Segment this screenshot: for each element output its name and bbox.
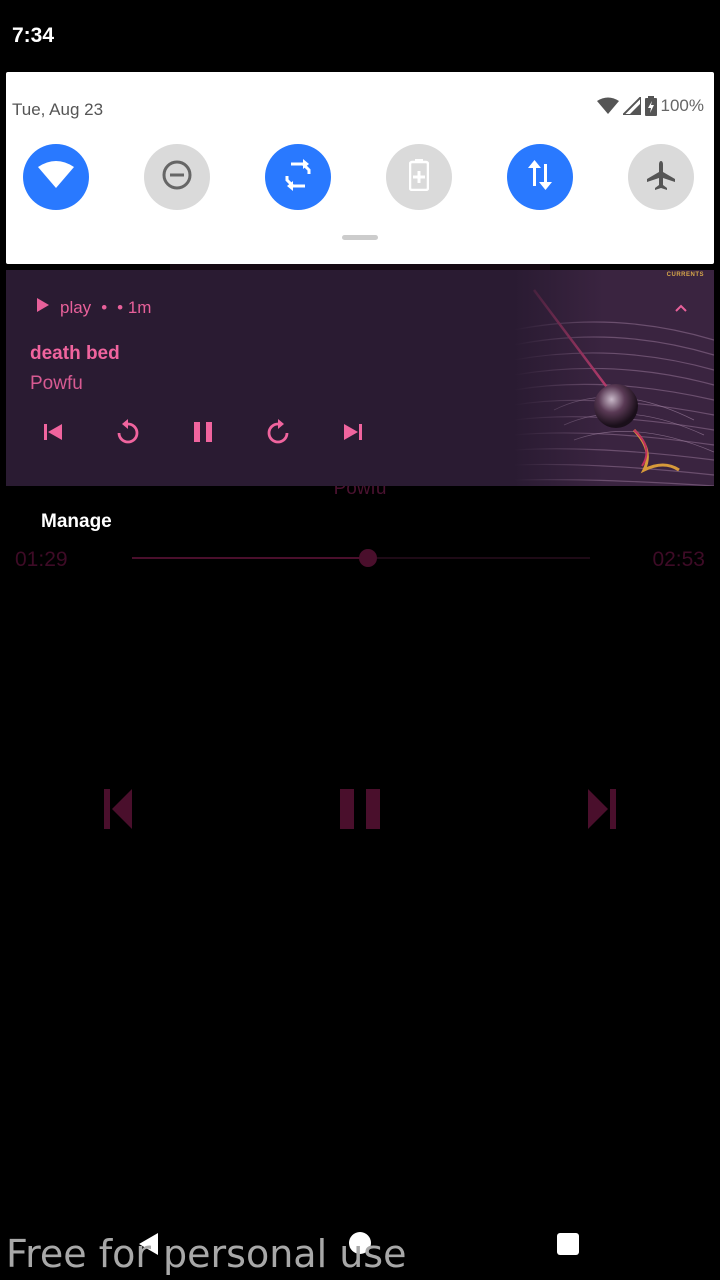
bg-pause-icon[interactable] xyxy=(340,785,380,833)
media-app-name: play xyxy=(60,297,92,317)
battery-saver-tile[interactable] xyxy=(386,144,452,210)
seek-bar-fill xyxy=(132,557,368,559)
recents-icon[interactable] xyxy=(557,1233,579,1255)
battery-saver-icon xyxy=(408,158,430,196)
replay-icon[interactable] xyxy=(111,415,145,449)
airplane-icon xyxy=(645,159,677,196)
forward-icon[interactable] xyxy=(261,415,295,449)
media-title: death bed xyxy=(30,343,120,364)
qs-tiles xyxy=(23,144,697,210)
header-separator: • xyxy=(101,297,108,317)
battery-percent: 100% xyxy=(660,96,704,115)
qs-date[interactable]: Tue, Aug 23 xyxy=(12,100,103,120)
chevron-up-icon[interactable] xyxy=(674,300,688,318)
seek-thumb[interactable] xyxy=(358,549,377,567)
elapsed-time: 01:29 xyxy=(15,548,68,571)
status-time: 7:34 xyxy=(12,24,55,47)
media-time-ago: • 1m xyxy=(117,297,152,317)
media-artist: Powfu xyxy=(30,373,83,394)
data-arrows-icon xyxy=(527,159,553,195)
duration-time: 02:53 xyxy=(652,548,705,571)
airplane-mode-tile[interactable] xyxy=(628,144,694,210)
media-notification[interactable]: CURRENTS play • • 1m death bed Powfu xyxy=(6,270,714,486)
qs-drag-handle[interactable] xyxy=(342,235,378,240)
seek-bar[interactable] xyxy=(132,549,590,567)
bg-skip-next-icon[interactable] xyxy=(584,785,620,833)
media-header: play • • 1m xyxy=(36,297,151,318)
bg-skip-previous-icon[interactable] xyxy=(100,785,136,833)
pause-icon[interactable] xyxy=(186,415,220,449)
skip-previous-icon[interactable] xyxy=(36,415,70,449)
album-label: CURRENTS xyxy=(666,272,704,278)
qs-status-icons: 100% xyxy=(596,96,704,116)
cell-signal-icon xyxy=(622,97,641,115)
do-not-disturb-tile[interactable] xyxy=(144,144,210,210)
auto-rotate-tile[interactable] xyxy=(265,144,331,210)
minus-circle-icon xyxy=(161,159,193,196)
wifi-signal-icon xyxy=(596,97,619,115)
battery-icon xyxy=(644,96,657,116)
mobile-data-tile[interactable] xyxy=(507,144,573,210)
wifi-icon xyxy=(38,160,74,194)
quick-settings-panel: Tue, Aug 23 100% xyxy=(6,72,714,264)
rotate-icon xyxy=(281,158,315,197)
media-controls xyxy=(36,415,376,449)
status-bar: 7:34 xyxy=(0,0,720,72)
watermark-text: Free for personal use xyxy=(6,1232,407,1276)
manage-notifications-button[interactable]: Manage xyxy=(41,511,112,533)
skip-next-icon[interactable] xyxy=(336,415,370,449)
play-app-icon xyxy=(36,297,50,318)
wifi-tile[interactable] xyxy=(23,144,89,210)
